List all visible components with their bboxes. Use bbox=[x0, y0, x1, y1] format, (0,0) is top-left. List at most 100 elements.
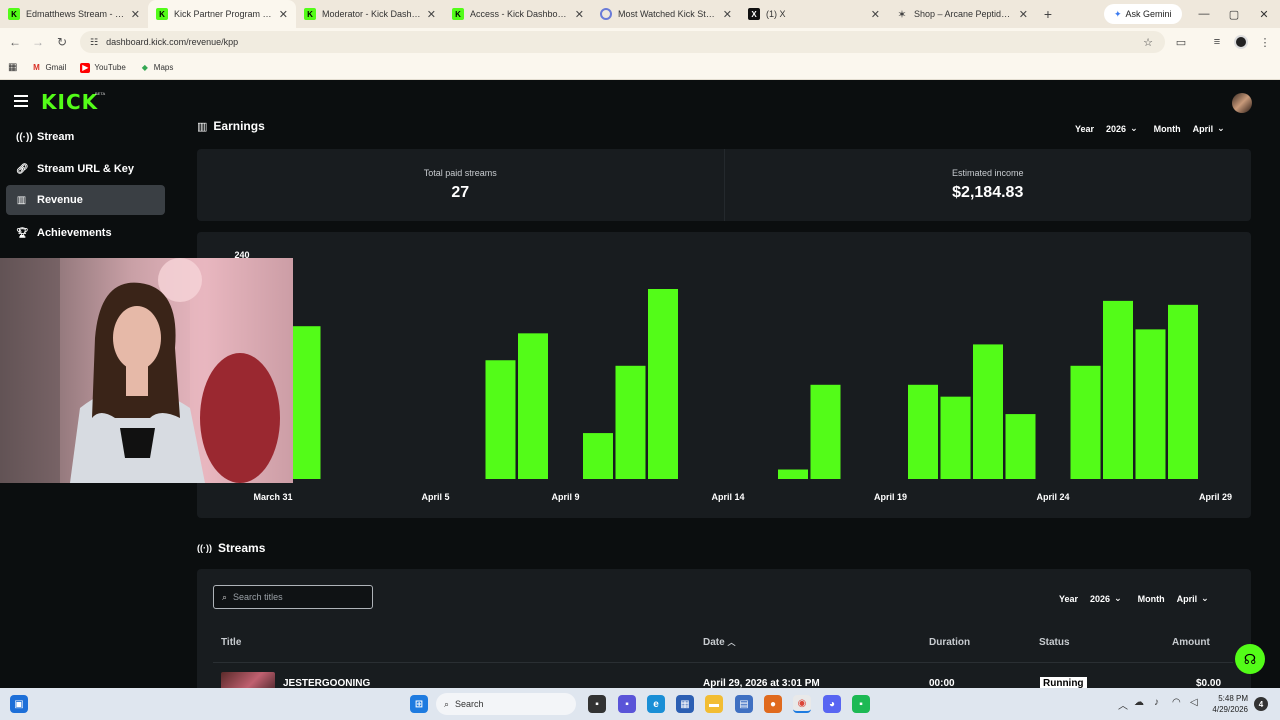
sidebar-item-stream-url-key[interactable]: 🔗︎ Stream URL & Key bbox=[6, 154, 165, 184]
file-explorer-icon[interactable]: ▬ bbox=[705, 695, 723, 713]
browser-tab[interactable]: K Moderator - Kick Dashboard ✕ bbox=[296, 0, 444, 28]
month-select[interactable]: April ⌄ bbox=[1187, 120, 1231, 137]
bookmark-maps[interactable]: ◆ Maps bbox=[140, 63, 174, 73]
media-icon[interactable]: ≡ bbox=[1208, 33, 1226, 51]
support-chat-button[interactable]: ☊ bbox=[1235, 644, 1265, 674]
chart-bar[interactable] bbox=[290, 326, 321, 479]
windows-start-icon[interactable]: ⊞ bbox=[410, 695, 428, 713]
hamburger-menu-icon[interactable] bbox=[14, 95, 28, 107]
store-icon[interactable]: ▦ bbox=[676, 695, 694, 713]
bookmark-youtube[interactable]: ▶ YouTube bbox=[80, 62, 126, 73]
chart-bar[interactable] bbox=[485, 360, 516, 479]
notification-badge[interactable]: 4 bbox=[1254, 697, 1268, 711]
browser-tab[interactable]: K Access - Kick Dashboard ✕ bbox=[444, 0, 592, 28]
close-window-icon[interactable]: ✕ bbox=[1248, 0, 1280, 28]
browser-tab[interactable]: X (1) X ✕ bbox=[740, 0, 888, 28]
chart-bar[interactable] bbox=[940, 396, 971, 479]
kick-logo[interactable]: KICK bbox=[41, 90, 98, 114]
close-tab-icon[interactable]: ✕ bbox=[575, 8, 584, 21]
browser-tab[interactable]: ✶ Shop – Arcane Peptides | Pr ✕ bbox=[888, 0, 1036, 28]
profile-icon[interactable] bbox=[1232, 33, 1250, 51]
ask-gemini-button[interactable]: ✦ Ask Gemini bbox=[1104, 4, 1182, 24]
site-info-icon[interactable]: ☷ bbox=[90, 37, 98, 48]
onedrive-icon[interactable]: ☁ bbox=[1134, 697, 1144, 708]
minimize-icon[interactable]: — bbox=[1188, 0, 1220, 28]
volume-icon[interactable]: ◁ bbox=[1190, 697, 1198, 708]
year-label: Year bbox=[1075, 123, 1095, 134]
tab-label: (1) X bbox=[766, 9, 786, 19]
gemini-label: Ask Gemini bbox=[1125, 9, 1172, 19]
column-header-amount[interactable]: Amount bbox=[1172, 637, 1210, 648]
chart-bar[interactable] bbox=[810, 384, 841, 479]
firefox-icon[interactable]: ● bbox=[764, 695, 782, 713]
year-select[interactable]: 2026 ⌄ bbox=[1084, 590, 1128, 607]
discord-icon[interactable]: ◕ bbox=[823, 695, 841, 713]
streams-title: ((·)) Streams bbox=[197, 541, 265, 555]
close-tab-icon[interactable]: ✕ bbox=[279, 8, 288, 21]
sidebar-item-revenue[interactable]: ▥ Revenue bbox=[6, 185, 165, 215]
task-view-icon[interactable]: ▣ bbox=[10, 695, 28, 713]
chart-bar[interactable] bbox=[1103, 300, 1133, 479]
column-header-duration[interactable]: Duration bbox=[929, 637, 970, 648]
wifi-icon[interactable]: ◠ bbox=[1172, 697, 1181, 708]
stream-thumbnail[interactable] bbox=[221, 672, 275, 688]
chart-bar[interactable] bbox=[973, 344, 1003, 479]
month-select[interactable]: April ⌄ bbox=[1171, 590, 1215, 607]
chart-bar[interactable] bbox=[1168, 304, 1198, 479]
chart-bar[interactable] bbox=[615, 365, 646, 479]
new-tab-button[interactable]: + bbox=[1036, 0, 1060, 28]
search-input[interactable] bbox=[233, 592, 354, 602]
teams-icon[interactable]: ▪ bbox=[618, 695, 636, 713]
chart-bar[interactable] bbox=[518, 333, 548, 479]
taskbar-search[interactable]: ⌕ Search bbox=[436, 693, 576, 715]
column-header-status[interactable]: Status bbox=[1039, 637, 1070, 648]
browser-tab-active[interactable]: K Kick Partner Program - Kick ✕ bbox=[148, 0, 296, 28]
kick-icon: K bbox=[452, 8, 464, 20]
stream-duration: 00:00 bbox=[929, 678, 955, 688]
browser-tab[interactable]: K Edmatthews Stream - Watch ✕ bbox=[0, 0, 148, 28]
table-row[interactable]: JESTERGOONING April 29, 2026 at 3:01 PM … bbox=[213, 662, 1233, 688]
tab-label: Most Watched Kick Streame bbox=[618, 9, 717, 19]
close-tab-icon[interactable]: ✕ bbox=[723, 8, 732, 21]
column-header-title[interactable]: Title bbox=[221, 637, 241, 648]
maximize-icon[interactable]: ▢ bbox=[1218, 0, 1250, 28]
user-avatar[interactable] bbox=[1232, 93, 1252, 113]
browser-tab[interactable]: Most Watched Kick Streame ✕ bbox=[592, 0, 740, 28]
chart-bar[interactable] bbox=[1070, 365, 1101, 479]
terminal-icon[interactable]: ▪ bbox=[588, 695, 606, 713]
close-tab-icon[interactable]: ✕ bbox=[131, 8, 140, 21]
chart-bar[interactable] bbox=[1135, 329, 1166, 479]
chrome-icon[interactable]: ◉ bbox=[793, 695, 811, 713]
chart-bar[interactable] bbox=[1005, 414, 1036, 479]
chart-bar[interactable] bbox=[908, 384, 938, 479]
sidebar-item-achievements[interactable]: 🏆︎ Achievements bbox=[6, 218, 165, 248]
year-select[interactable]: 2026 ⌄ bbox=[1100, 120, 1144, 137]
apps-icon[interactable]: ▦ bbox=[8, 62, 17, 73]
microphone-icon[interactable]: ♪ bbox=[1154, 697, 1159, 708]
sidebar-item-label: Achievements bbox=[37, 227, 112, 239]
chart-bar[interactable] bbox=[778, 469, 808, 480]
taskbar-clock[interactable]: 5:48 PM 4/29/2026 bbox=[1206, 693, 1248, 715]
back-icon[interactable]: ← bbox=[6, 33, 24, 51]
cast-icon[interactable]: ▭ bbox=[1172, 33, 1190, 51]
chart-bar[interactable] bbox=[648, 289, 678, 479]
chart-bar[interactable] bbox=[583, 433, 613, 479]
close-tab-icon[interactable]: ✕ bbox=[1019, 8, 1028, 21]
windows-taskbar: ▣ ⊞ ⌕ Search ▪ ▪ e ▦ ▬ ▤ ● ◉ ◕ ▪ ︿ ☁ ♪ ◠… bbox=[0, 688, 1280, 720]
bookmark-star-icon[interactable]: ☆ bbox=[1139, 33, 1157, 51]
bookmark-gmail[interactable]: M Gmail bbox=[31, 63, 66, 73]
close-tab-icon[interactable]: ✕ bbox=[427, 8, 436, 21]
chevron-up-icon[interactable]: ︿ bbox=[1118, 697, 1128, 712]
menu-icon[interactable]: ⋮ bbox=[1256, 33, 1274, 51]
app-icon[interactable]: ▪ bbox=[852, 695, 870, 713]
reload-icon[interactable]: ↻ bbox=[53, 33, 71, 51]
search-field[interactable]: ⌕ bbox=[213, 585, 373, 609]
close-tab-icon[interactable]: ✕ bbox=[871, 8, 880, 21]
stream-title[interactable]: JESTERGOONING bbox=[283, 678, 370, 688]
column-header-date[interactable]: Date ︿ bbox=[703, 637, 735, 648]
edge-icon[interactable]: e bbox=[647, 695, 665, 713]
app-icon[interactable]: ▤ bbox=[735, 695, 753, 713]
sidebar-item-stream[interactable]: ((·)) Stream bbox=[6, 122, 165, 152]
forward-icon[interactable]: → bbox=[29, 33, 47, 51]
address-bar[interactable]: ☷ dashboard.kick.com/revenue/kpp bbox=[80, 31, 1165, 53]
